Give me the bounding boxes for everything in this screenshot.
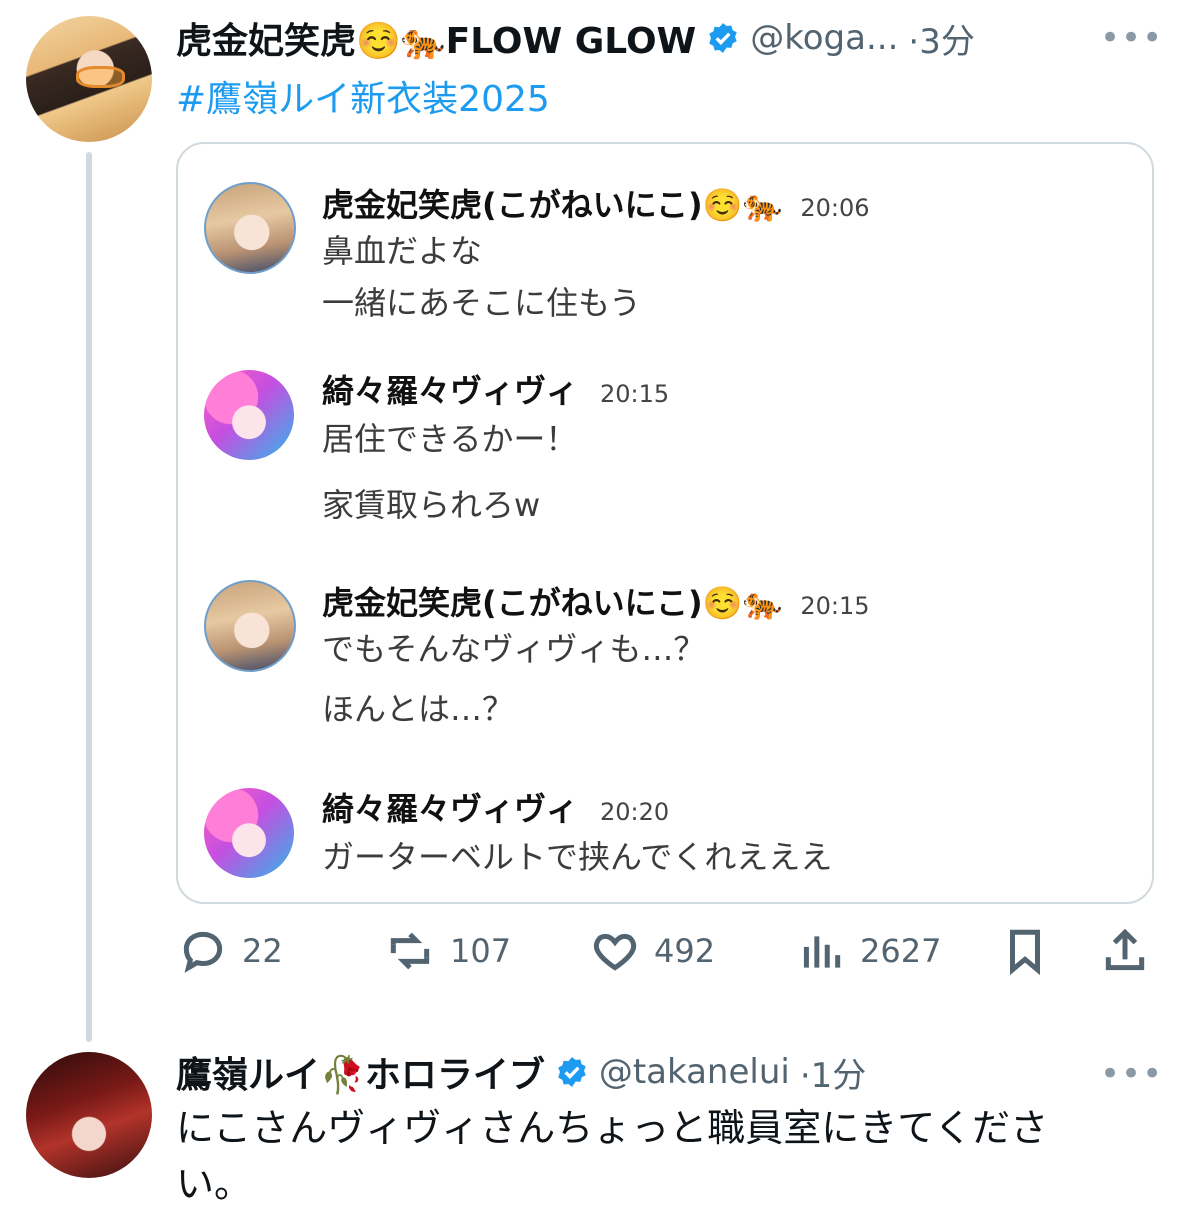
bookmark-icon [1010, 929, 1040, 976]
reply-author-handle[interactable]: @takanelui [599, 1052, 790, 1092]
reply-button[interactable]: 22 [178, 926, 283, 976]
share-icon [1105, 928, 1145, 971]
bookmark-button[interactable] [1000, 926, 1050, 976]
share-button[interactable] [1100, 926, 1150, 976]
tweet-author-name[interactable]: 虎金妃笑虎☺️🐅FLOW GLOW [176, 12, 696, 64]
chat-message: ほんとは…？ [322, 690, 515, 728]
retweet-icon [390, 932, 430, 970]
like-icon [593, 933, 637, 971]
chat-sender: 綺々羅々ヴィヴィ [322, 790, 579, 828]
chat-sender: 綺々羅々ヴィヴィ [322, 372, 579, 410]
tweet-time[interactable]: ·3分 [908, 14, 974, 63]
chat-sender: 虎金妃笑虎(こがねいにこ)☺️🐅 [322, 584, 783, 622]
chat-time: 20:20 [600, 798, 670, 826]
chat-message: 家賃取られろw [322, 486, 541, 524]
tweet-hashtag[interactable]: #鷹嶺ルイ新衣装2025 [176, 70, 550, 122]
like-count: 492 [654, 932, 716, 970]
verified-badge-icon [558, 1057, 586, 1087]
tweet-author-avatar[interactable] [26, 16, 152, 142]
tweet-author-handle[interactable]: @koga... [750, 18, 898, 58]
chat-message: でもそんなヴィヴィも…？ [322, 630, 706, 668]
chat-time: 20:15 [600, 380, 670, 408]
thread-line [86, 152, 92, 1042]
chat-avatar-vivi [204, 788, 294, 878]
chat-time: 20:15 [800, 592, 870, 620]
reply-author-avatar[interactable] [26, 1052, 152, 1178]
chat-avatar-tiger [204, 580, 296, 672]
reply-count: 22 [242, 932, 283, 970]
chat-message: 鼻血だよな [322, 232, 483, 270]
reply-header: 鷹嶺ルイ🥀ホロライブ @takanelui ·1分 [176, 1048, 866, 1096]
verified-badge-icon [709, 23, 738, 53]
chat-message: 一緒にあそこに住もう [322, 284, 642, 322]
chat-message: ガーターベルトで挟んでくれえええ [322, 838, 833, 876]
tweet-more-icon[interactable]: ••• [1100, 18, 1163, 58]
like-button[interactable]: 492 [590, 926, 715, 976]
chat-avatar-vivi [204, 370, 294, 460]
quoted-image-card[interactable]: 虎金妃笑虎(こがねいにこ)☺️🐅 20:06 鼻血だよな 一緒にあそこに住もう … [176, 142, 1154, 904]
reply-text: にこさんヴィヴィさんちょっと職員室にきてください。 [176, 1106, 1049, 1206]
chat-avatar-tiger [204, 182, 296, 274]
retweet-count: 107 [450, 932, 512, 970]
view-count: 2627 [860, 932, 942, 970]
tweet-header: 虎金妃笑虎☺️🐅FLOW GLOW @koga... ·3分 [176, 14, 975, 62]
reply-icon [183, 931, 223, 973]
reply-more-icon[interactable]: ••• [1100, 1054, 1163, 1094]
chat-time: 20:06 [800, 194, 870, 222]
chat-sender: 虎金妃笑虎(こがねいにこ)☺️🐅 [322, 186, 783, 224]
views-button[interactable]: 2627 [796, 926, 941, 976]
retweet-button[interactable]: 107 [384, 926, 511, 976]
reply-time[interactable]: ·1分 [800, 1048, 866, 1097]
chat-message: 居住できるかー！ [322, 420, 578, 458]
reply-author-name[interactable]: 鷹嶺ルイ🥀ホロライブ [176, 1046, 545, 1098]
views-icon [803, 936, 841, 968]
